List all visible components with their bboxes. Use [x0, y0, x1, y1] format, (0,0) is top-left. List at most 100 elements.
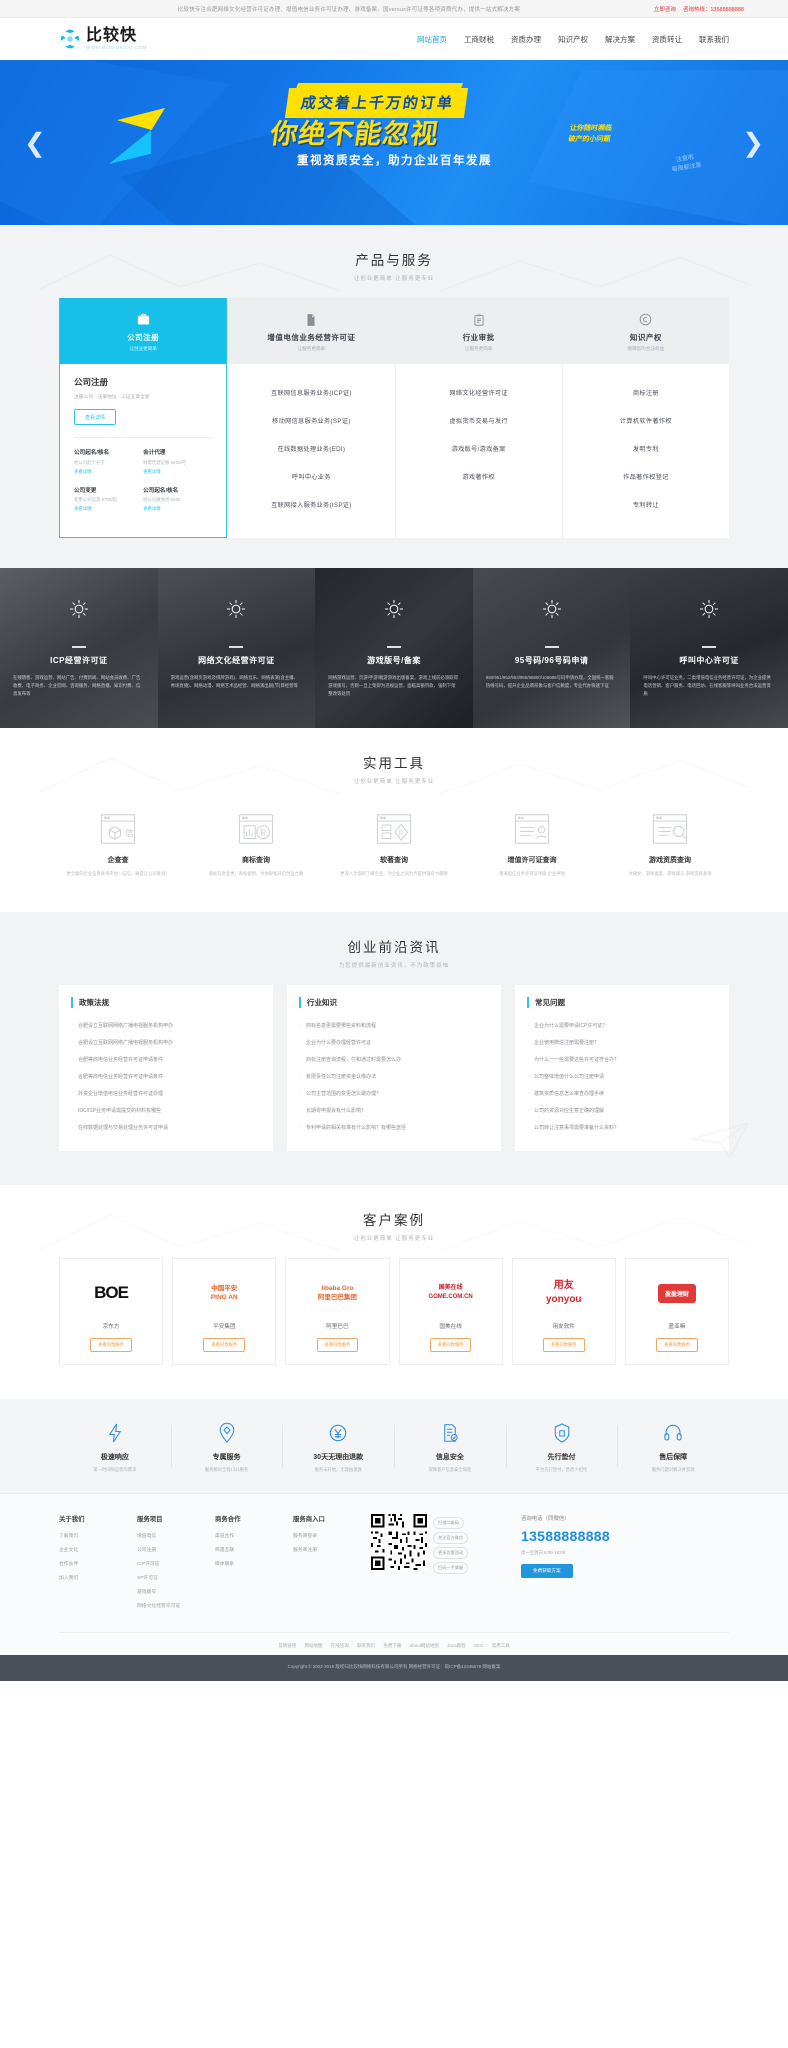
panel-list-item[interactable]: 呼叫中心业务 [234, 462, 388, 490]
product-tab-ip[interactable]: 知识产权 保障您的合法权益 [562, 298, 729, 364]
nav-item-solutions[interactable]: 解决方案 [605, 34, 635, 45]
panel-item-link[interactable]: 查看详情 [143, 469, 212, 475]
footer-link[interactable]: ICP许可证 [137, 1560, 215, 1567]
footer-link[interactable]: 网络文化经营许可证 [137, 1602, 215, 1609]
tool-item[interactable]: 游戏资质查询 文网文、游戏备案、游戏版号 游戏资质查询 [611, 807, 729, 878]
panel-item[interactable]: 会计代理 财零代理记账 ¥200/月 查看详情 [143, 448, 212, 475]
product-tab-telecom[interactable]: 增值电信业务经营许可证 让服务更简单 [228, 298, 395, 364]
news-item[interactable]: 公司转让注意事项需要准备什么资料？ [527, 1120, 717, 1137]
product-tab-company[interactable]: 公司注册 让创业更简单 [60, 298, 227, 364]
case-card[interactable]: 国美在线 GOME.COM.CN 国美在线 查看同款服务 [398, 1258, 503, 1366]
nav-item-transfer[interactable]: 资质转让 [652, 34, 682, 45]
panel-list-item[interactable]: 网络文化经营许可证 [402, 378, 556, 406]
hero-next-icon[interactable]: ❯ [742, 127, 764, 158]
case-card[interactable]: 中国平安 PING AN 平安集团 查看同款服务 [172, 1258, 277, 1366]
nav-item-contact[interactable]: 联系我们 [699, 34, 729, 45]
panel-list-item[interactable]: 在线数据处理业务(EDI) [234, 434, 388, 462]
tool-item[interactable]: 增值许可证查询 增值电信业务许可证评级 企业评估 [473, 807, 591, 878]
news-item[interactable]: 企业为什么要办理经营许可证 [299, 1035, 489, 1052]
case-button[interactable]: 查看同款服务 [90, 1338, 132, 1353]
news-item[interactable]: 公司的资源对应生意正确的理解 [527, 1103, 717, 1120]
tool-item[interactable]: P 软著查询 更深入全面的了解企业，为企业之间合作提供强有力保障 [335, 807, 453, 878]
news-item[interactable]: 合肥设立互联网网络广播电视服务机构申办 [71, 1035, 261, 1052]
panel-list-item[interactable]: 互联网信息服务业务(ICP证) [234, 378, 388, 406]
news-item[interactable]: IDC/ISP业务申请需提交的材料有哪些 [71, 1103, 261, 1120]
footer-bottom-link[interactable]: SEO [474, 1643, 484, 1648]
news-item[interactable]: 外资企业增值电信业务经营许可证办理 [71, 1086, 261, 1103]
footer-link[interactable]: 媒体联系 [215, 1560, 293, 1567]
panel-item-link[interactable]: 查看详情 [74, 469, 143, 475]
dark-card[interactable]: 游戏版号/备案 网络游戏运营、页游/手游/端游游戏出版备案，游戏上线前必须取得游… [315, 568, 473, 728]
panel-list-item[interactable]: 商标注册 [569, 378, 723, 406]
panel-list-item[interactable]: 游戏版号/游戏备案 [402, 434, 556, 462]
footer-link[interactable]: 加入我们 [59, 1574, 137, 1581]
footer-link[interactable]: 企业文化 [59, 1546, 137, 1553]
nav-item-tax[interactable]: 工商财税 [464, 34, 494, 45]
panel-item[interactable]: 公司起名/核名 给公司起个名字 查看详情 [74, 448, 143, 475]
tool-item[interactable]: 信 企查查 更全面的企业信息查询平台：征信、被是让公司查询！ [59, 807, 177, 878]
panel-item[interactable]: 公司变更 变更公司信息 ¥700/起 查看详情 [74, 486, 143, 513]
panel-list-item[interactable]: 移动网信息服务业务(SP证) [234, 406, 388, 434]
consult-link[interactable]: 立即咨询 [654, 5, 676, 13]
panel-list-item[interactable]: 专利转让 [569, 490, 723, 518]
footer-link[interactable]: 增值电信 [137, 1532, 215, 1539]
case-button[interactable]: 查看同款服务 [203, 1338, 246, 1353]
panel-item-link[interactable]: 查看详情 [74, 506, 143, 512]
dark-card[interactable]: ICP经营许可证 在线销售、游戏运营、网站广告、付费新闻、网站会员收费、广告收费… [0, 568, 158, 728]
footer-link[interactable]: 服务商登录 [293, 1532, 371, 1539]
footer-bottom-link[interactable]: 网站地图 [305, 1643, 323, 1648]
panel-list-item[interactable]: 虚拟货币交易与发行 [402, 406, 556, 434]
footer-bottom-link[interactable]: 在线咨询 [331, 1643, 349, 1648]
footer-link[interactable]: 了解我们 [59, 1532, 137, 1539]
dark-card[interactable]: 呼叫中心许可证 呼叫中心许可证业务，二类增值电信业务经营许可证，为企业提供电话营… [630, 568, 788, 728]
product-tab-industry[interactable]: 行业审批 让服务更简单 [395, 298, 562, 364]
case-button[interactable]: 查看同款服务 [429, 1338, 472, 1353]
news-item[interactable]: 企业为什么需要申请ICP许可证？ [527, 1018, 717, 1035]
panel-list-item[interactable]: 互联网接入服务业务(ISP证) [234, 490, 388, 518]
news-item[interactable]: 商标注册查询流程，付和通过时需要怎么办 [299, 1052, 489, 1069]
footer-bottom-link[interactable]: 联系我们 [357, 1643, 375, 1648]
news-item[interactable]: 专利申请的相关标准有什么影响？有哪些途径 [299, 1120, 489, 1137]
footer-link[interactable]: 渠道合作 [215, 1532, 293, 1539]
case-button[interactable]: 查看同款服务 [542, 1338, 585, 1353]
case-button[interactable]: 查看同款服务 [656, 1338, 698, 1353]
news-item[interactable]: 建筑资质信息怎么审查办理手续 [527, 1086, 717, 1103]
footer-bottom-link[interactable]: about网站地图 [410, 1643, 439, 1648]
footer-link[interactable]: 服务商注册 [293, 1546, 371, 1553]
hotline-text[interactable]: 咨询热线：13588888888 [683, 5, 744, 13]
site-logo[interactable]: 比较快 WWW.BIJIAOKUAI.COM [59, 27, 147, 51]
news-item[interactable]: 有限责任公司注册资金认缴办法 [299, 1069, 489, 1086]
footer-bottom-link[interactable]: 友情链接 [278, 1643, 296, 1648]
contact-phone[interactable]: 13588888888 [521, 1528, 729, 1544]
dark-card[interactable]: 95号码/96号码申请 950/951/952/953/955/95800/10… [472, 568, 631, 728]
footer-bottom-link[interactable]: 常用工具 [492, 1643, 510, 1648]
news-item[interactable]: 企业使用微信注册需要注册？ [527, 1035, 717, 1052]
contact-cta-button[interactable]: 免费获取方案 [521, 1564, 573, 1579]
panel-item[interactable]: 公司起名/核名 给公司做体检 ¥100 查看详情 [143, 486, 212, 513]
panel-detail-button[interactable]: 查看详情 [74, 409, 117, 425]
footer-link[interactable]: 游戏版号 [137, 1588, 215, 1595]
news-item[interactable]: 商标名变更需要哪些资料和流程 [299, 1018, 489, 1035]
panel-list-item[interactable]: 计算机软件著作权 [569, 406, 723, 434]
news-item[interactable]: 为什么一一些需要这些许可证符合办？ [527, 1052, 717, 1069]
panel-list-item[interactable]: 游戏著作权 [402, 462, 556, 490]
news-item[interactable]: 公司整体增值什么公司注册申请 [527, 1069, 717, 1086]
footer-bottom-link[interactable]: Java教程 [447, 1643, 466, 1648]
tool-item[interactable]: R 商标查询 商标信息变更，商标使用，为你轻松开启创业之路 [197, 807, 315, 878]
news-item[interactable]: 在线数据处理与交易处理业务许可证申请 [71, 1120, 261, 1137]
news-item[interactable]: 合肥等商电信业务经营许可证申请条件 [71, 1052, 261, 1069]
hero-prev-icon[interactable]: ❮ [24, 127, 46, 158]
news-item[interactable]: 公司主营范围的变更怎么做办理？ [299, 1086, 489, 1103]
case-button[interactable]: 查看同款服务 [316, 1338, 359, 1353]
panel-list-item[interactable]: 发明专利 [569, 434, 723, 462]
news-item[interactable]: 合肥等商电信业务经营许可证申请条件 [71, 1069, 261, 1086]
news-item[interactable]: 长期零申报会有什么影响？ [299, 1103, 489, 1120]
footer-link[interactable]: 公司注册 [137, 1546, 215, 1553]
footer-link[interactable]: 商遇互联 [215, 1546, 293, 1553]
nav-item-home[interactable]: 网站首页 [417, 34, 447, 45]
case-card[interactable]: libaba Gro 阿里巴巴集团 阿里巴巴 查看同款服务 [285, 1258, 390, 1366]
footer-link[interactable]: 合作伙伴 [59, 1560, 137, 1567]
nav-item-ip[interactable]: 知识产权 [558, 34, 588, 45]
case-card[interactable]: BOE 京东方 查看同款服务 [59, 1258, 164, 1366]
nav-item-qualification[interactable]: 资质办理 [511, 34, 541, 45]
